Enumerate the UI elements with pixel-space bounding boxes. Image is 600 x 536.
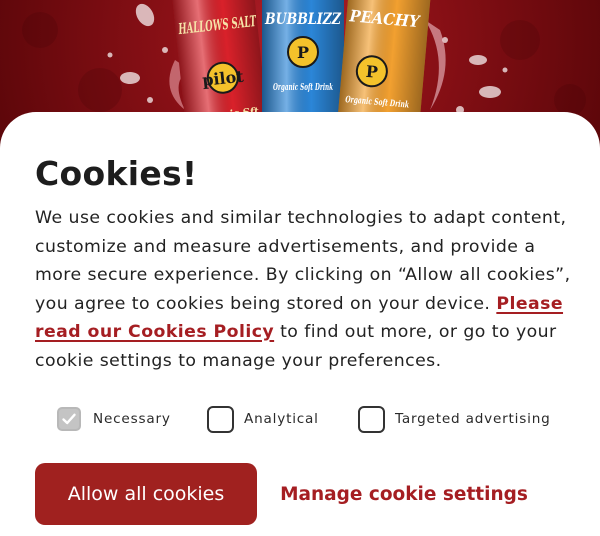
can-label-2: BUBBLIZZ xyxy=(264,9,342,28)
cookie-intro-text: We use cookies and similar technologies … xyxy=(35,208,571,314)
targeted-advertising-label: Targeted advertising xyxy=(395,411,551,427)
necessary-label: Necessary xyxy=(93,411,171,427)
allow-all-cookies-button[interactable]: Allow all cookies xyxy=(35,463,257,525)
necessary-checkbox-box[interactable] xyxy=(57,407,81,431)
checkmark-icon xyxy=(62,413,76,425)
can-brand-2: P xyxy=(297,43,309,62)
analytical-label: Analytical xyxy=(244,411,319,427)
manage-cookie-settings-button[interactable]: Manage cookie settings xyxy=(275,463,533,525)
can-footer-2: Organic Soft Drink xyxy=(273,83,333,93)
cookie-consent-dialog: Cookies! We use cookies and similar tech… xyxy=(0,112,600,536)
cookie-description: We use cookies and similar technologies … xyxy=(35,204,575,375)
targeted-advertising-checkbox[interactable]: Targeted advertising xyxy=(358,404,551,434)
targeted-advertising-checkbox-box[interactable] xyxy=(358,405,385,433)
analytical-checkbox[interactable]: Analytical xyxy=(207,404,319,434)
can-brand-3: P xyxy=(365,62,379,82)
page: pilot HALLOWS SALT Organic Sft P BUBBLIZ… xyxy=(0,0,600,536)
dialog-title: Cookies! xyxy=(35,154,198,193)
analytical-checkbox-box[interactable] xyxy=(207,405,234,433)
necessary-checkbox[interactable]: Necessary xyxy=(57,404,171,434)
